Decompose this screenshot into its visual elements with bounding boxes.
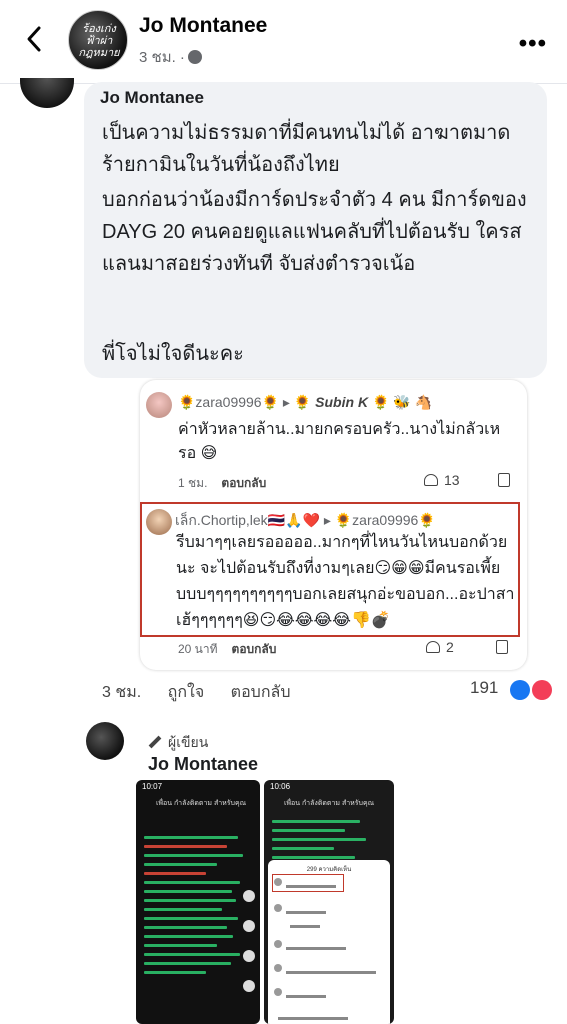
comment-avatar[interactable] — [20, 78, 74, 108]
like-count-lek[interactable]: 2 — [426, 639, 454, 655]
tagged-user: Subin K — [315, 394, 369, 410]
post-timestamp: 3 ชม. · — [139, 45, 202, 69]
reply-author-zara: 🌻zara09996🌻 ▸ 🌻 — [178, 394, 312, 410]
dislike-icon[interactable] — [496, 640, 508, 654]
back-arrow-icon[interactable] — [18, 22, 52, 56]
screenshot-tabs: เพื่อน กำลังติดตาม สำหรับคุณ — [156, 800, 247, 807]
screenshot-status-time: 10:07 — [142, 782, 163, 791]
globe-icon — [187, 50, 202, 64]
author-reply-name[interactable]: Jo Montanee — [148, 754, 258, 775]
avatar-logo-text: ร้องเก่ง ฟ้าผ่า กฎหมาย — [78, 22, 120, 59]
comments-panel-title: 299 ความคิดเห็น — [306, 867, 352, 873]
reply-names-lek[interactable]: เล็ก.Chortip,lek🇹🇭🙏❤️ ▸ 🌻zara09996🌻 — [175, 510, 436, 532]
screenshot-text-block — [272, 814, 376, 865]
like-reaction-icon[interactable] — [510, 680, 530, 700]
reaction-count[interactable]: 191 — [470, 678, 498, 698]
heart-icon — [424, 474, 438, 486]
comment-author[interactable]: Jo Montanee — [100, 88, 204, 108]
reply-meta-lek: 20 นาที ตอบกลับ — [178, 640, 276, 659]
comment-time: 3 ชม. — [102, 684, 142, 701]
post-header: ร้องเก่ง ฟ้าผ่า กฎหมาย Jo Montanee 3 ชม.… — [0, 0, 567, 84]
reply-text-lek: รีบมาๆๆเลยรอออออ..มากๆที่ไหนวันไหนบอกด้ว… — [176, 534, 515, 629]
reply-meta-zara: 1 ชม. ตอบกลับ — [178, 474, 266, 493]
profile-name[interactable]: Jo Montanee — [139, 14, 267, 38]
attached-screenshot-2[interactable]: 10:06 เพื่อน กำลังติดตาม สำหรับคุณ 299 ค… — [264, 780, 394, 1024]
reply-time: 20 นาที — [178, 642, 218, 656]
author-avatar[interactable] — [86, 722, 124, 760]
author-badge-text: ผู้เขียน — [168, 734, 209, 750]
comment-actions: 3 ชม. ถูกใจ ตอบกลับ — [102, 680, 312, 705]
love-reaction-icon[interactable] — [532, 680, 552, 700]
screenshot-text-block — [144, 830, 248, 980]
comment-paragraph-3: พี่โจไม่ใจดีนะคะ — [102, 343, 244, 365]
reply-text-zara: ค่าหัวหลายล้าน..มายกครอบครัว..นางไม่กลัว… — [178, 421, 501, 462]
comment-paragraph-2: บอกก่อนว่าน้องมีการ์ดประจำตัว 4 คน มีการ… — [102, 189, 527, 275]
comment-row — [274, 940, 346, 950]
reply-button[interactable]: ตอบกลับ — [231, 684, 291, 701]
author-badge: ผู้เขียน — [148, 732, 208, 754]
timestamp-text: 3 ชม. · — [139, 49, 185, 66]
comment-row — [274, 904, 326, 914]
comment-row — [286, 918, 320, 928]
attached-screenshot-1[interactable]: 10:07 เพื่อน กำลังติดตาม สำหรับคุณ — [136, 780, 260, 1024]
pen-icon — [148, 735, 162, 749]
like-count-text: 13 — [444, 472, 460, 488]
reply-names-zara[interactable]: 🌻zara09996🌻 ▸ 🌻 Subin K 🌻 🐝 🐴 — [178, 394, 432, 411]
comment-paragraph-1: เป็นความไม่ธรรมดาที่มีคนทนไม่ได้ อาฆาตมา… — [102, 122, 511, 176]
screenshot-comments-panel: 299 ความคิดเห็น — [268, 860, 390, 1024]
reply-avatar-lek[interactable] — [146, 509, 172, 535]
profile-avatar[interactable]: ร้องเก่ง ฟ้าผ่า กฎหมาย — [68, 10, 128, 70]
main-comment-bubble: Jo Montanee เป็นความไม่ธรรมดาที่มีคนทนไม… — [84, 82, 547, 378]
reply-time: 1 ชม. — [178, 476, 208, 490]
comment-row — [274, 1010, 348, 1020]
screenshot-side-icons — [243, 890, 257, 1010]
tagged-suffix: 🌻 🐝 🐴 — [371, 394, 433, 410]
heart-icon — [426, 641, 440, 653]
comment-row — [274, 964, 376, 974]
comment-row — [274, 988, 326, 998]
reply-avatar-zara[interactable] — [146, 392, 172, 418]
screenshot-status-time: 10:06 — [270, 782, 291, 791]
like-button[interactable]: ถูกใจ — [168, 684, 205, 701]
like-count-zara[interactable]: 13 — [424, 472, 460, 488]
screenshot-tabs: เพื่อน กำลังติดตาม สำหรับคุณ — [284, 800, 375, 807]
like-count-text: 2 — [446, 639, 454, 655]
reply-button[interactable]: ตอบกลับ — [221, 476, 266, 490]
comment-row — [274, 878, 336, 888]
more-options-icon[interactable]: ••• — [519, 30, 547, 58]
reply-button[interactable]: ตอบกลับ — [232, 642, 277, 656]
dislike-icon[interactable] — [498, 473, 510, 487]
